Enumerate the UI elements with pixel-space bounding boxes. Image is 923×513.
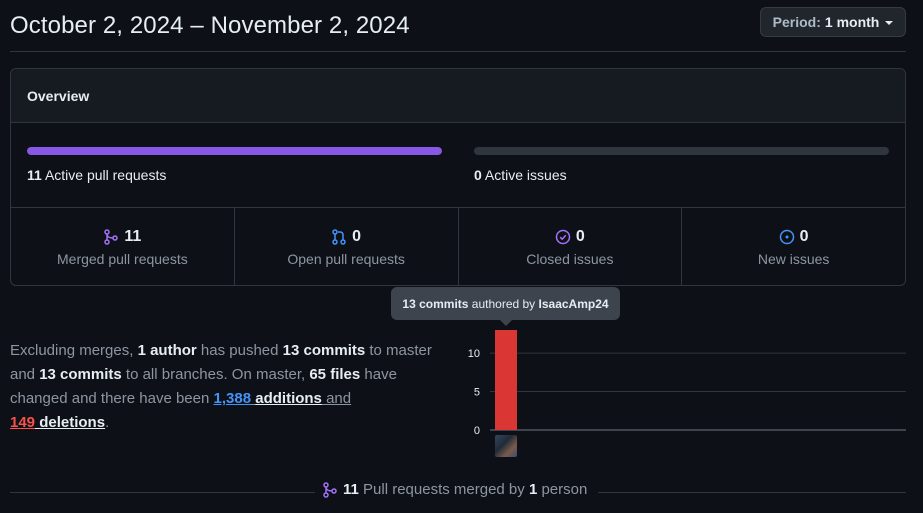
overview-panel: Overview 11 Active pull requests 0 Activ… <box>10 68 906 286</box>
overview-header: Overview <box>11 69 905 123</box>
active-issues-count: 0 <box>474 167 482 183</box>
bottom-divider-left <box>10 492 315 493</box>
merged-pr-summary: 11 Pull requests merged by 1 person <box>322 481 587 498</box>
summary-commits-master: 13 commits <box>282 342 366 359</box>
merged-pr-text-tail: person <box>537 481 588 498</box>
additions-count: 1,388 <box>213 390 252 407</box>
commit-bar-IsaacAmp24[interactable] <box>495 330 517 430</box>
git-merge-icon <box>104 228 119 245</box>
summary-files: 65 files <box>309 366 361 383</box>
active-prs-label: Active pull requests <box>44 167 167 183</box>
caret-down-icon <box>885 21 894 25</box>
deletions-word: deletions <box>39 414 106 431</box>
summary-authors: 1 author <box>137 342 197 359</box>
period-dropdown-button[interactable]: Period: 1 month <box>760 7 906 37</box>
avatar[interactable] <box>495 435 517 457</box>
active-prs-caption[interactable]: 11 Active pull requests <box>27 167 166 183</box>
active-issues-label: Active issues <box>484 167 567 183</box>
merged-pr-text: Pull requests merged by <box>358 481 529 498</box>
active-prs-bar[interactable] <box>27 147 442 155</box>
stat-closed-issues-label: Closed issues <box>526 250 614 267</box>
summary-text: and <box>321 390 352 407</box>
commit-tooltip: 13 commits authored by IsaacAmp24 <box>391 287 620 326</box>
stat-new-issues[interactable]: 0 New issues <box>682 208 905 285</box>
tooltip-mid-text: authored by <box>468 296 539 311</box>
summary-text: has pushed <box>196 342 283 359</box>
additions-word: additions <box>255 390 322 407</box>
y-tick-label: 10 <box>468 348 480 360</box>
stat-open-prs-count: 0 <box>352 227 362 245</box>
overview-bars: 11 Active pull requests 0 Active issues <box>11 123 905 208</box>
y-tick-label: 0 <box>474 425 480 437</box>
summary-commits-all: 13 commits <box>39 366 122 383</box>
tooltip-commit-count: 13 commits <box>402 296 469 311</box>
active-prs-bar-fill <box>27 147 442 155</box>
stat-closed-issues[interactable]: 0 Closed issues <box>459 208 683 285</box>
y-tick-label: 5 <box>474 387 480 399</box>
merged-pr-people: 1 <box>528 481 538 498</box>
stat-new-issues-label: New issues <box>757 250 830 267</box>
commit-summary: Excluding merges, 1 author has pushed 13… <box>10 339 450 435</box>
bottom-divider-right <box>598 492 906 493</box>
stat-closed-issues-count: 0 <box>575 227 585 245</box>
overview-title: Overview <box>27 87 90 104</box>
stat-new-issues-count: 0 <box>799 227 809 245</box>
active-prs-count: 11 <box>27 167 42 183</box>
summary-text: to all branches. On master, <box>121 366 310 383</box>
active-issues-bar[interactable] <box>474 147 889 155</box>
summary-text: Excluding merges, <box>10 342 138 359</box>
summary-text: . <box>105 414 110 431</box>
commit-chart: 0 5 10 <box>468 330 906 437</box>
git-merge-icon <box>323 481 337 498</box>
period-label: Period: <box>772 14 821 30</box>
stat-merged-prs[interactable]: 11 Merged pull requests <box>11 208 235 285</box>
merged-pr-count: 11 <box>343 481 359 498</box>
stat-open-prs[interactable]: 0 Open pull requests <box>235 208 459 285</box>
git-pull-request-icon <box>332 228 346 245</box>
page-title: October 2, 2024 – November 2, 2024 <box>10 12 410 39</box>
additions-link[interactable]: 1,388 additions and <box>214 390 352 407</box>
header-divider <box>10 51 906 52</box>
stat-merged-prs-label: Merged pull requests <box>57 250 188 267</box>
stat-merged-prs-count: 11 <box>124 227 142 245</box>
deletions-count: 149 <box>10 414 36 431</box>
issue-closed-icon <box>555 229 571 244</box>
tooltip-author: IsaacAmp24 <box>538 296 609 311</box>
overview-stats: 11 Merged pull requests 0 Open pull requ… <box>11 208 905 285</box>
deletions-link[interactable]: 149 deletions <box>10 414 105 431</box>
issue-opened-icon <box>779 229 794 244</box>
active-issues-caption[interactable]: 0 Active issues <box>474 167 567 183</box>
stat-open-prs-label: Open pull requests <box>287 250 405 267</box>
period-value: 1 month <box>824 14 880 30</box>
